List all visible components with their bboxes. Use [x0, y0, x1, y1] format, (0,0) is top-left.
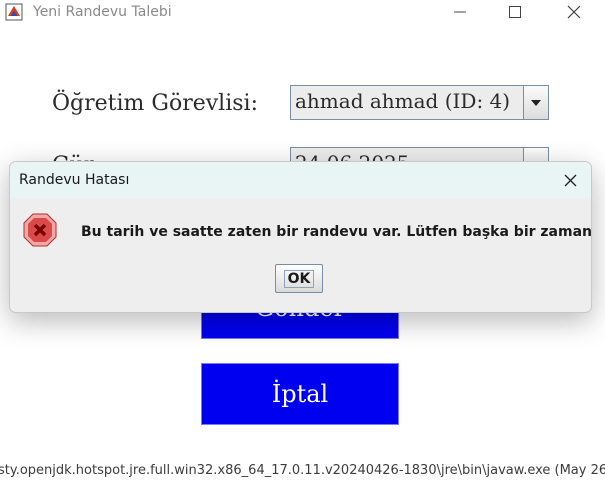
instructor-label: Öğretim Görevlisi:: [52, 91, 258, 116]
ok-button[interactable]: OK: [275, 264, 323, 293]
window-titlebar: Yeni Randevu Talebi: [0, 0, 605, 26]
error-icon: [23, 213, 57, 247]
error-dialog: Randevu Hatası Bu tarih ve saatte zaten …: [9, 161, 592, 313]
close-icon: [564, 174, 576, 186]
java-app-icon: [5, 3, 23, 21]
dialog-title: Randevu Hatası: [19, 172, 130, 188]
minimize-icon: [454, 11, 466, 13]
window-close-button[interactable]: [552, 0, 596, 24]
maximize-button[interactable]: [493, 0, 537, 24]
console-strip: sty.openjdk.hotspot.jre.full.win32.x86_6…: [0, 463, 605, 491]
error-message: Bu tarih ve saatte zaten bir randevu var…: [81, 224, 592, 240]
instructor-combobox[interactable]: ahmad ahmad (ID: 4): [290, 85, 549, 120]
instructor-selected-value: ahmad ahmad (ID: 4): [295, 89, 511, 113]
console-path-text: sty.openjdk.hotspot.jre.full.win32.x86_6…: [0, 463, 605, 478]
window-title: Yeni Randevu Talebi: [33, 4, 172, 20]
chevron-down-icon: [531, 99, 541, 106]
instructor-dropdown-button[interactable]: [523, 86, 548, 119]
minimize-button[interactable]: [438, 0, 482, 24]
dialog-titlebar: Randevu Hatası: [10, 162, 591, 198]
maximize-icon: [509, 6, 521, 18]
close-icon: [567, 5, 581, 19]
dialog-close-button[interactable]: [561, 171, 579, 189]
cancel-button[interactable]: İptal: [201, 363, 399, 425]
ok-button-label: OK: [283, 269, 315, 288]
